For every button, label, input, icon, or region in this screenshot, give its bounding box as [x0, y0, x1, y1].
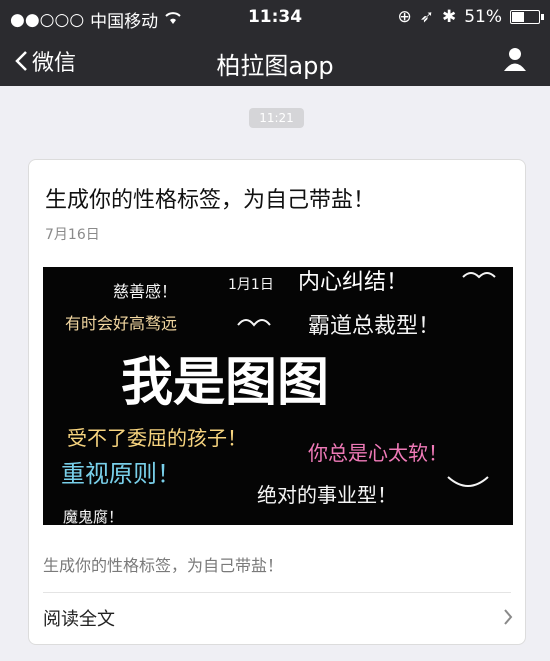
cover-tag-9: 绝对的事业型！: [257, 483, 397, 507]
page-title: 柏拉图app: [216, 52, 334, 80]
read-more-label: 阅读全文: [43, 609, 115, 630]
cover-tag-8: 重视原则！: [61, 460, 181, 488]
read-more-link[interactable]: 阅读全文: [43, 601, 513, 635]
cover-tag-3: 内心纠结！: [298, 270, 408, 295]
status-bar: ●●○○○ 中国移动 11:34 ⊕ ➶ ✱ 51%: [0, 0, 550, 34]
cover-tag-2: 1月1日: [228, 277, 274, 293]
rotation-lock-icon: ⊕: [397, 7, 412, 27]
battery-icon: [510, 10, 544, 24]
profile-button[interactable]: [502, 46, 528, 76]
status-right: ⊕ ➶ ✱ 51%: [397, 7, 544, 27]
person-icon: [504, 48, 526, 71]
battery-level-fill: [512, 12, 525, 22]
battery-percent: 51%: [464, 7, 502, 27]
bluetooth-icon: ✱: [441, 7, 457, 27]
article-title: 生成你的性格标签，为自己带盐！: [45, 188, 376, 213]
cover-tag-1: 慈善感！: [113, 282, 177, 301]
article-cover-image: 慈善感！ 1月1日 内心纠结！ 有时会好高骛远 霸道总裁型！ 我是图图 受不了委…: [43, 267, 513, 525]
cover-tag-7: 你总是心太软！: [308, 441, 448, 465]
cover-big-title: 我是图图: [121, 353, 329, 413]
article-card[interactable]: 生成你的性格标签，为自己带盐！ 7月16日 慈善感！ 1月1日 内心纠结！ 有时…: [28, 159, 526, 645]
chevron-right-icon: [504, 609, 513, 625]
cover-tag-6: 受不了委屈的孩子！: [67, 426, 247, 450]
message-timestamp: 11:21: [249, 108, 304, 128]
cover-tag-4: 有时会好高骛远: [65, 314, 177, 333]
divider: [43, 592, 511, 593]
article-date: 7月16日: [45, 227, 100, 243]
cover-tag-10: 魔鬼腐！: [63, 508, 123, 525]
cover-art: 慈善感！ 1月1日 内心纠结！ 有时会好高骛远 霸道总裁型！ 我是图图 受不了委…: [43, 267, 513, 525]
article-summary: 生成你的性格标签，为自己带盐！: [43, 556, 284, 575]
nav-bar: 微信 柏拉图app: [0, 34, 550, 86]
cover-tag-5: 霸道总裁型！: [308, 314, 440, 339]
location-icon: ➶: [419, 7, 434, 27]
